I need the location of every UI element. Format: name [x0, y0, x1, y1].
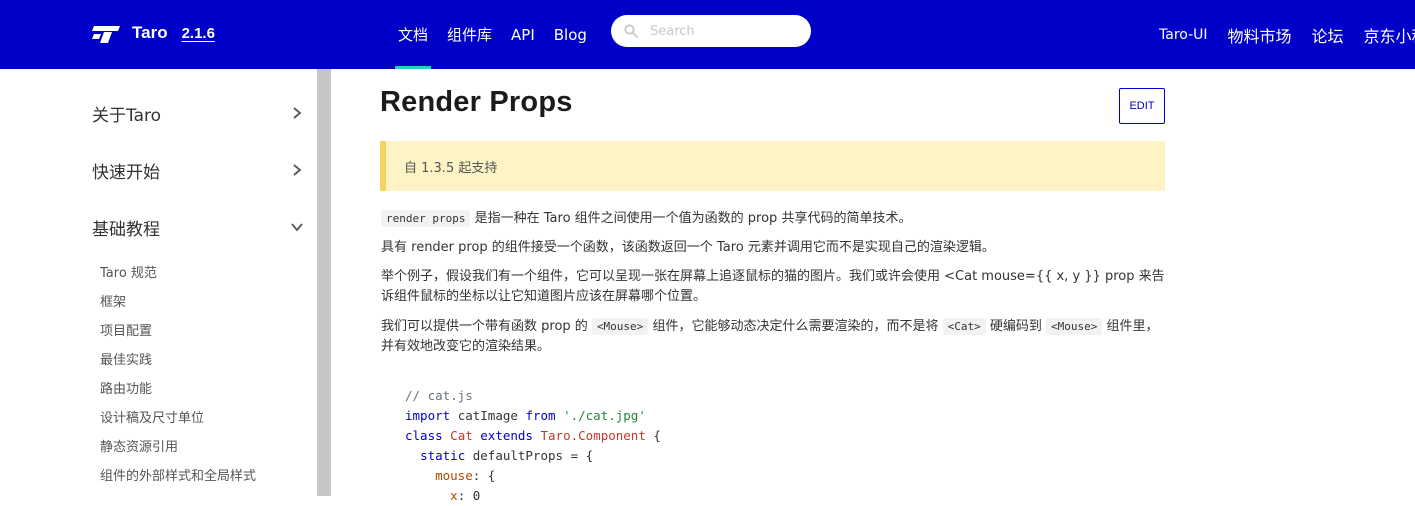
- code-keyword: import: [405, 408, 451, 423]
- inline-code: <Mouse>: [591, 318, 649, 335]
- nav-jd-miniprogram[interactable]: 京东小程: [1364, 23, 1415, 47]
- search-box: [611, 15, 811, 47]
- sidebar-item-external-style[interactable]: 组件的外部样式和全局样式: [100, 465, 256, 484]
- paragraph-text: 是指一种在 Taro 组件之间使用一个值为函数的 prop 共享代码的简单技术。: [474, 211, 912, 226]
- nav-api[interactable]: API: [511, 0, 535, 69]
- code-block: // cat.js import catImage from './cat.jp…: [405, 386, 661, 506]
- sidebar-category-label: 关于Taro: [92, 105, 162, 126]
- sidebar-item-config[interactable]: 项目配置: [100, 320, 152, 339]
- inline-code: render props: [381, 210, 471, 227]
- search-icon: [624, 24, 638, 38]
- paragraph-3: 举个例子，假设我们有一个组件，它可以呈现一张在屏幕上追逐鼠标的猫的图片。我们或许…: [381, 269, 1165, 304]
- sidebar-category-tutorial[interactable]: 基础教程: [92, 212, 304, 242]
- brand[interactable]: Taro 2.1.6: [92, 20, 215, 46]
- paragraph-text: 我们可以提供一个带有函数 prop 的: [381, 319, 588, 334]
- code-property: mouse: [435, 468, 473, 483]
- code-class-name: Taro.Component: [540, 428, 646, 443]
- sidebar-item-router[interactable]: 路由功能: [100, 378, 152, 397]
- sidebar-item-best-practice[interactable]: 最佳实践: [100, 349, 152, 368]
- chevron-right-icon: [293, 164, 302, 176]
- sidebar-scrollbar[interactable]: [317, 69, 331, 496]
- nav-blog[interactable]: Blog: [554, 0, 587, 69]
- code-punct: {: [653, 428, 661, 443]
- sidebar-category-quickstart[interactable]: 快速开始: [92, 155, 304, 185]
- code-punct: : {: [472, 468, 496, 483]
- page-title: Render Props: [380, 86, 573, 118]
- code-string: './cat.jpg': [563, 408, 646, 423]
- version-link[interactable]: 2.1.6: [182, 25, 215, 42]
- right-nav: Taro-UI 物料市场 论坛 京东小程: [1159, 0, 1415, 69]
- code-identifier: defaultProps: [472, 448, 564, 463]
- nav-market[interactable]: 物料市场: [1228, 23, 1292, 47]
- code-comment: // cat.js: [405, 388, 473, 403]
- chevron-down-icon: [291, 223, 303, 232]
- code-class-name: Cat: [450, 428, 473, 443]
- brand-name: Taro: [132, 23, 168, 42]
- inline-code: <Mouse>: [1046, 318, 1103, 335]
- code-keyword: extends: [480, 428, 533, 443]
- sidebar-category-label: 基础教程: [92, 219, 160, 240]
- edit-button[interactable]: EDIT: [1119, 88, 1165, 124]
- paragraph-1: render props 是指一种在 Taro 组件之间使用一个值为函数的 pr…: [381, 209, 1171, 229]
- code-keyword: from: [525, 408, 556, 423]
- notice-text: 自 1.3.5 起支持: [404, 160, 498, 176]
- code-keyword: static: [420, 448, 466, 463]
- top-navbar: Taro 2.1.6 文档 组件库 API Blog Taro-UI 物料市场 …: [0, 0, 1415, 69]
- paragraph-2: 具有 render prop 的组件接受一个函数，该函数返回一个 Taro 元素…: [381, 240, 995, 255]
- nav-forum[interactable]: 论坛: [1312, 23, 1344, 47]
- nav-taro-ui[interactable]: Taro-UI: [1159, 27, 1208, 43]
- sidebar-item-framework[interactable]: 框架: [100, 291, 126, 310]
- sidebar-category-about[interactable]: 关于Taro: [92, 98, 304, 128]
- chevron-right-icon: [293, 107, 302, 119]
- sidebar-item-static-assets[interactable]: 静态资源引用: [100, 436, 178, 455]
- main-nav: 文档 组件库 API Blog: [394, 0, 606, 69]
- sidebar-item-size-unit[interactable]: 设计稿及尺寸单位: [100, 407, 204, 426]
- sidebar-category-label: 快速开始: [92, 162, 160, 183]
- sidebar: [0, 69, 317, 496]
- code-punct: = {: [570, 448, 594, 463]
- code-keyword: class: [405, 428, 443, 443]
- version-notice: 自 1.3.5 起支持: [380, 141, 1165, 191]
- paragraph-text: 组件，它能够动态决定什么需要渲染的，而不是将: [652, 319, 939, 334]
- paragraph-text: 硬编码到: [989, 319, 1042, 334]
- taro-logo-icon: [92, 26, 120, 43]
- code-identifier: catImage: [457, 408, 518, 423]
- inline-code: <Cat>: [942, 318, 986, 335]
- sidebar-item-taro-spec[interactable]: Taro 规范: [100, 262, 157, 281]
- nav-docs[interactable]: 文档: [394, 0, 432, 69]
- paragraph-4: 我们可以提供一个带有函数 prop 的 <Mouse> 组件，它能够动态决定什么…: [381, 317, 1171, 357]
- search-input[interactable]: [648, 22, 802, 40]
- nav-components[interactable]: 组件库: [447, 0, 492, 69]
